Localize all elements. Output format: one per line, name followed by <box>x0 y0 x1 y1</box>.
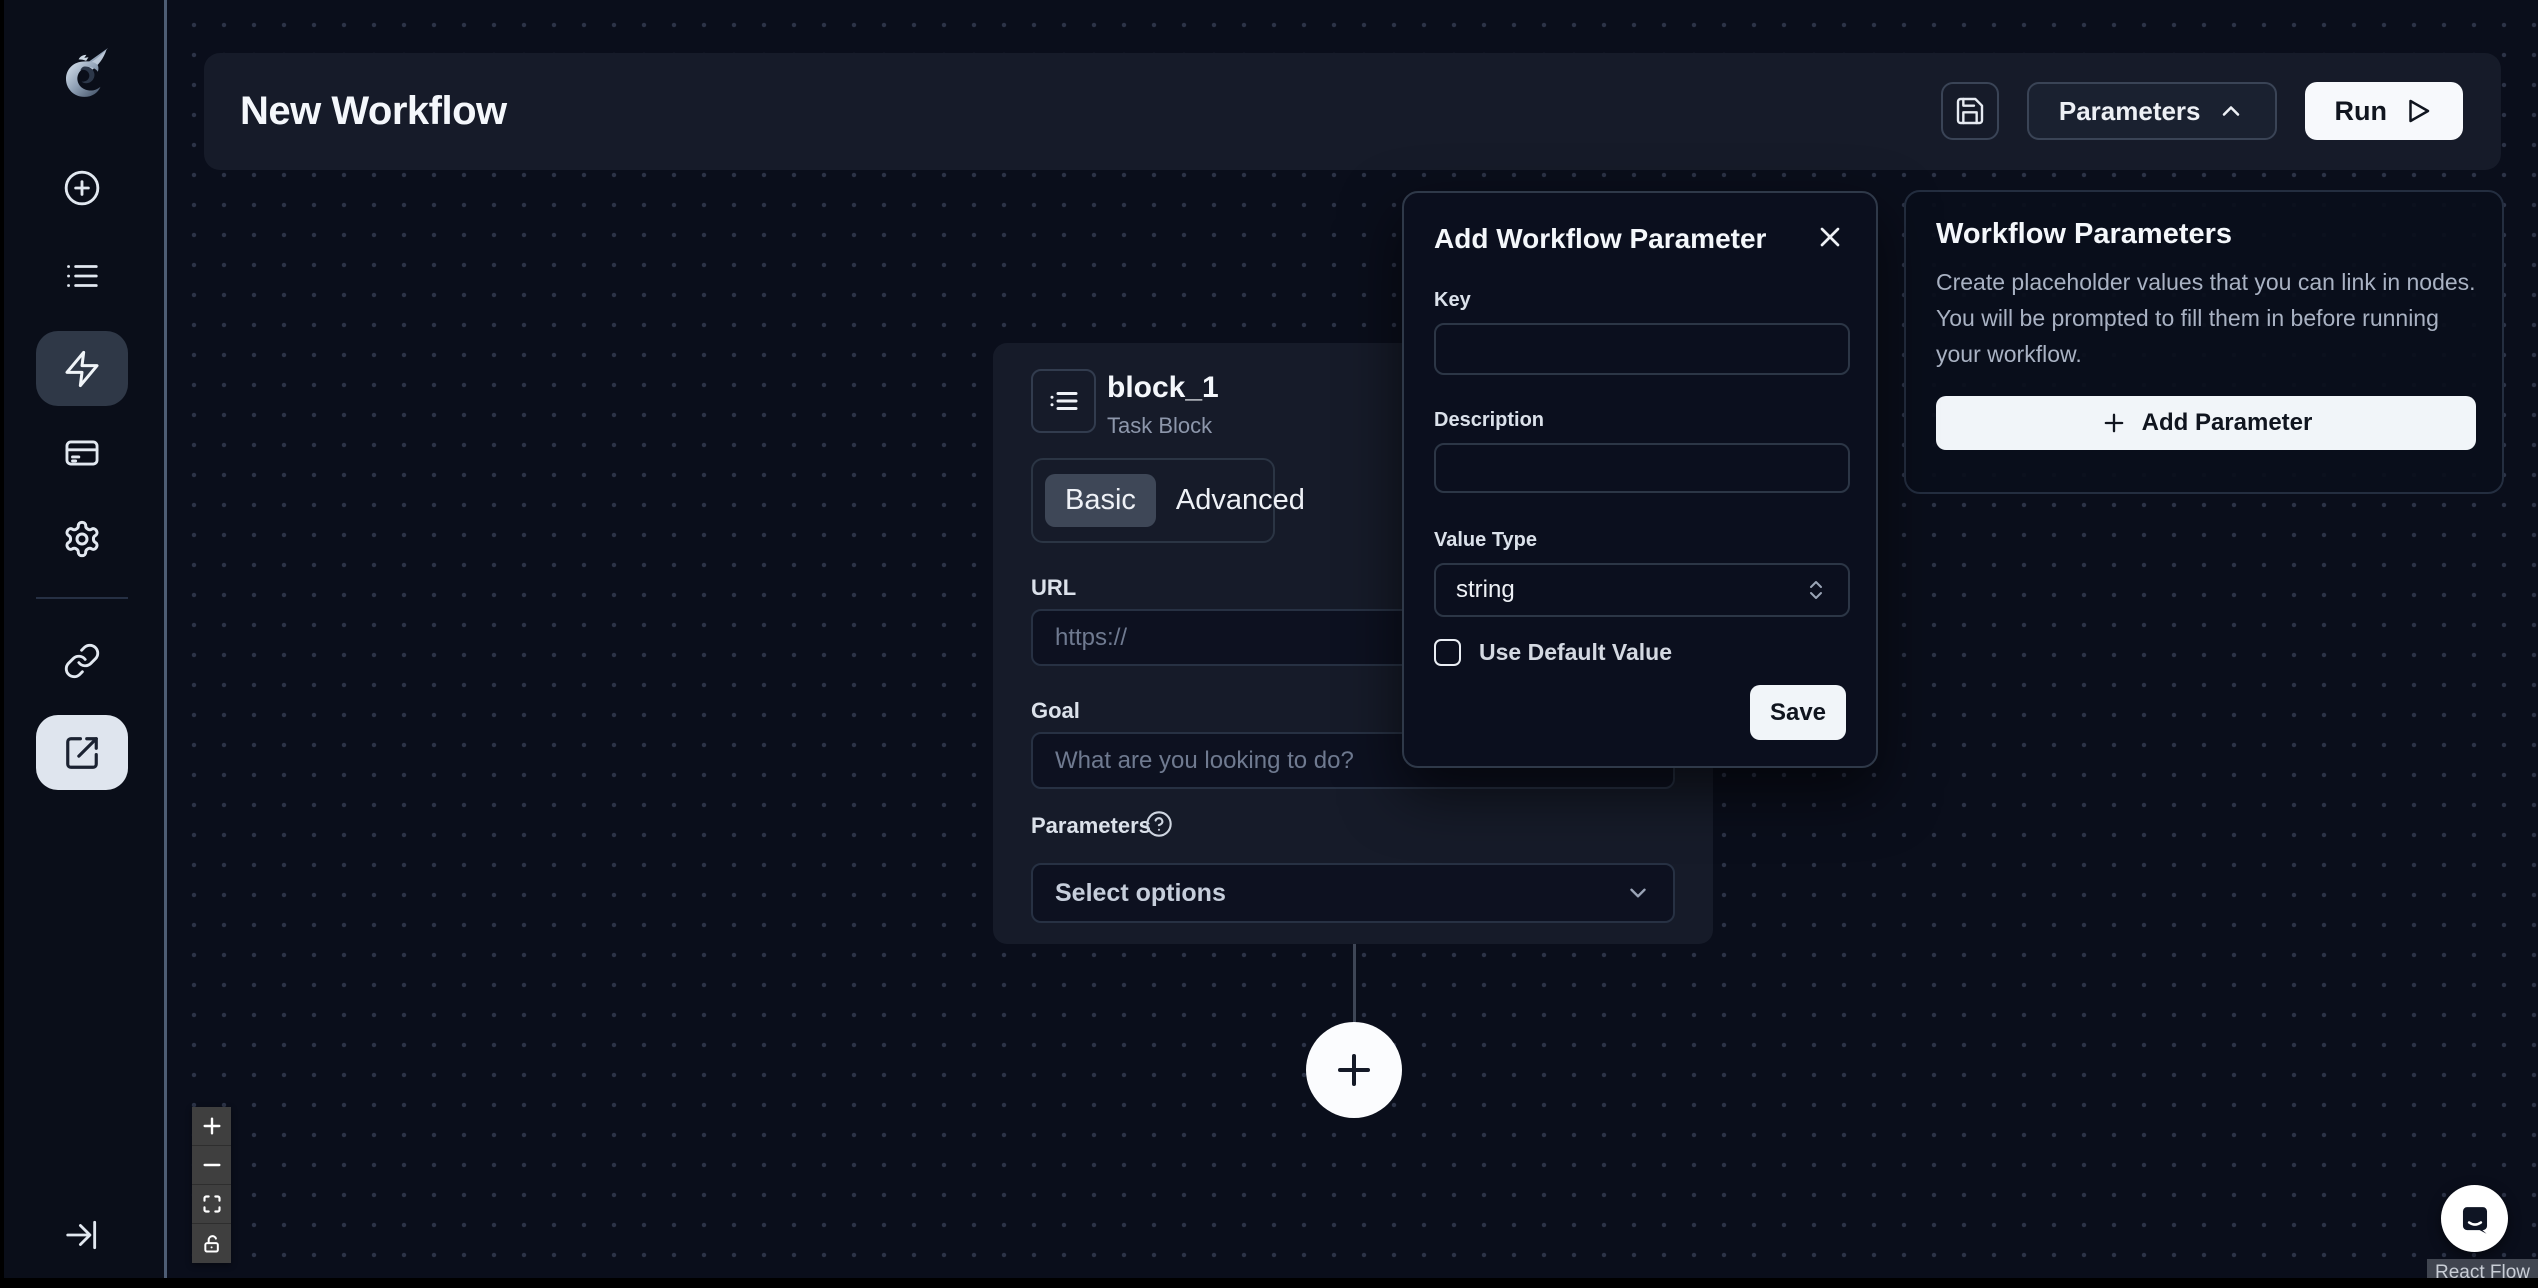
save-workflow-button[interactable] <box>1941 82 1999 140</box>
sidebar <box>0 0 167 1288</box>
collapse-sidebar-button[interactable] <box>45 1198 119 1272</box>
run-button-label: Run <box>2335 96 2387 127</box>
tab-basic[interactable]: Basic <box>1045 474 1156 527</box>
runs-list-button[interactable] <box>45 239 119 313</box>
sidebar-item-external-active[interactable] <box>36 715 128 790</box>
page-title: New Workflow <box>240 89 507 134</box>
external-link-icon <box>63 734 101 772</box>
zoom-in-button[interactable] <box>192 1107 231 1146</box>
plus-icon <box>1330 1046 1378 1094</box>
add-parameter-button[interactable]: Add Parameter <box>1936 396 2476 450</box>
parameters-toggle-button[interactable]: Parameters <box>2027 82 2277 140</box>
zoom-out-button[interactable] <box>192 1146 231 1185</box>
close-icon[interactable] <box>1812 219 1848 255</box>
run-workflow-button[interactable]: Run <box>2305 82 2463 140</box>
node-edge <box>1353 944 1356 1024</box>
key-input[interactable] <box>1434 323 1850 375</box>
workflow-parameters-panel: Workflow Parameters Create placeholder v… <box>1904 190 2504 494</box>
list-icon <box>1046 383 1082 419</box>
workflow-header: New Workflow Parameters R <box>204 53 2501 170</box>
sidebar-item-settings[interactable] <box>45 502 119 576</box>
unlock-icon <box>202 1234 222 1254</box>
skyvern-logo <box>48 38 120 112</box>
sidebar-divider <box>36 597 128 599</box>
chevron-up-icon <box>2217 97 2245 125</box>
lock-toggle-button[interactable] <box>192 1224 231 1263</box>
chat-launcher-button[interactable] <box>2441 1185 2508 1252</box>
workflow-editor-app: New Workflow Parameters R <box>0 0 2538 1288</box>
use-default-checkbox[interactable] <box>1434 639 1461 666</box>
list-icon <box>63 257 101 295</box>
node-tabs: Basic Advanced <box>1031 458 1275 543</box>
key-label: Key <box>1434 289 1471 312</box>
task-block-icon-box <box>1031 369 1096 433</box>
sidebar-item-browser[interactable] <box>45 416 119 490</box>
gear-icon <box>62 519 102 559</box>
plus-icon <box>2100 409 2128 437</box>
value-type-select[interactable]: string <box>1434 563 1850 617</box>
add-parameter-modal: Add Workflow Parameter Key Description V… <box>1402 191 1878 768</box>
play-icon <box>2403 96 2433 126</box>
chevrons-up-down-icon <box>1804 578 1828 602</box>
workflow-parameters-title: Workflow Parameters <box>1936 218 2232 251</box>
create-new-button[interactable] <box>45 151 119 225</box>
fit-view-icon <box>202 1194 222 1214</box>
save-parameter-button[interactable]: Save <box>1750 685 1846 740</box>
select-options-placeholder: Select options <box>1055 879 1226 908</box>
window-edge <box>0 0 4 1288</box>
url-label: URL <box>1031 575 1076 601</box>
link-icon <box>63 642 101 680</box>
help-icon[interactable] <box>1145 810 1173 838</box>
goal-label: Goal <box>1031 698 1080 724</box>
parameters-button-label: Parameters <box>2059 96 2201 127</box>
description-input[interactable] <box>1434 443 1850 493</box>
arrow-right-to-line-icon <box>63 1216 101 1254</box>
parameters-multiselect[interactable]: Select options <box>1031 863 1675 923</box>
sidebar-item-workflows-active[interactable] <box>36 331 128 406</box>
lightning-icon <box>62 349 102 389</box>
minus-icon <box>201 1154 223 1176</box>
add-block-button[interactable] <box>1306 1022 1402 1118</box>
fit-view-button[interactable] <box>192 1185 231 1224</box>
plus-icon <box>201 1115 223 1137</box>
use-default-row: Use Default Value <box>1434 639 1672 666</box>
sidebar-item-link[interactable] <box>45 624 119 698</box>
plus-circle-icon <box>63 169 101 207</box>
chat-bubble-icon <box>2456 1200 2494 1238</box>
chevron-down-icon <box>1625 880 1651 906</box>
window-edge <box>0 1278 2538 1288</box>
node-title: block_1 <box>1107 371 1219 405</box>
use-default-label: Use Default Value <box>1479 639 1672 666</box>
credit-card-icon <box>63 434 101 472</box>
workflow-parameters-description: Create placeholder values that you can l… <box>1936 264 2478 372</box>
save-floppy-icon <box>1954 95 1986 127</box>
parameters-label: Parameters <box>1031 813 1151 839</box>
modal-title: Add Workflow Parameter <box>1434 223 1766 255</box>
canvas-controls <box>192 1107 231 1263</box>
node-type-label: Task Block <box>1107 413 1212 439</box>
description-label: Description <box>1434 409 1544 432</box>
value-type-label: Value Type <box>1434 529 1537 552</box>
header-actions: Parameters Run <box>1941 82 2463 140</box>
value-type-selected: string <box>1456 576 1515 604</box>
tab-advanced[interactable]: Advanced <box>1176 484 1305 517</box>
add-parameter-label: Add Parameter <box>2142 409 2313 437</box>
